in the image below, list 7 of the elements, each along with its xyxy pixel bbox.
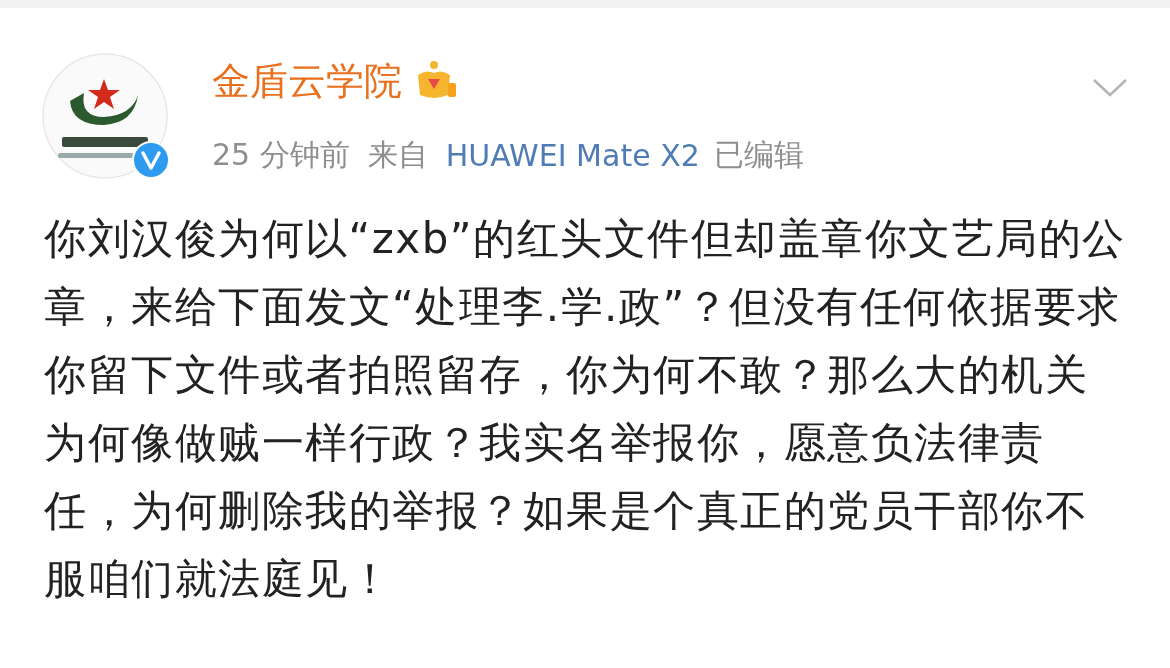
author-name[interactable]: 金盾云学院: [212, 55, 402, 107]
edited-label: 已编辑: [713, 136, 804, 174]
chevron-down-icon[interactable]: [1092, 78, 1128, 98]
device-link[interactable]: HUAWEI Mate X2: [445, 138, 700, 173]
post-text: 你刘汉俊为何以“zxb”的红头文件但却盖章你文艺局的公章，来给下面发文“处理李.学.政”？但没有任何依据要求你留下文件或者拍照留存，你为何不敢？那么大的机关为何像做贼一样行政？我实名举报你，愿意负法律责任，为何删除我的举报？如果是个真正的党员干部你不服咱们就法庭见！: [44, 213, 1127, 605]
source-label: 来自: [367, 136, 428, 174]
post-time: 25 分钟前: [212, 136, 350, 174]
